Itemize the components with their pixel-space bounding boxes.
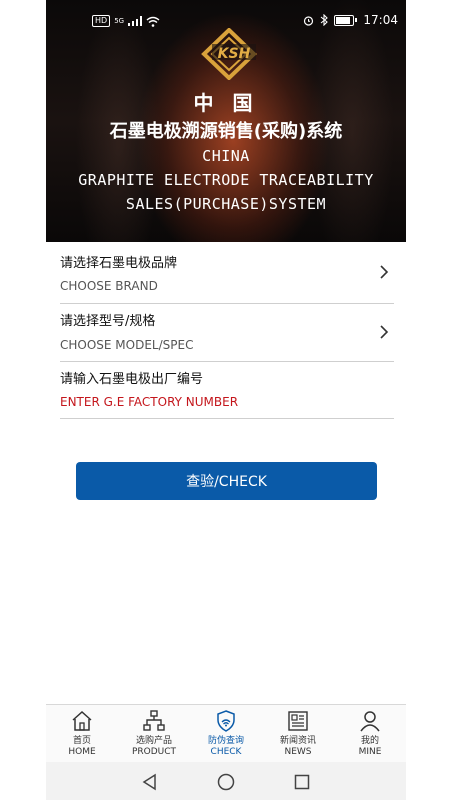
ksh-logo: KSH	[201, 28, 257, 80]
wifi-icon	[146, 16, 160, 27]
tab-check[interactable]: 防伪查询 CHECK	[190, 707, 262, 763]
logo-text: KSH	[218, 46, 251, 62]
tab-mine[interactable]: 我的 MINE	[334, 707, 406, 763]
tab-product-cn: 选购产品	[135, 736, 172, 746]
factory-number-label: 请输入石墨电极出厂编号	[60, 372, 204, 387]
header-banner: HD 5G 17:04 KSH 中 国 石墨电极溯源销售(采购)系统 CHINA…	[46, 0, 406, 242]
battery-icon	[334, 14, 355, 26]
header-title-cn-1: 中 国	[193, 91, 259, 115]
battery-tip	[355, 18, 358, 22]
brand-select[interactable]: 请选择石墨电极品牌 CHOOSE BRAND	[60, 242, 394, 304]
tab-product-en: PRODUCT	[131, 747, 177, 757]
tab-news-cn: 新闻资讯	[279, 736, 316, 746]
sitemap-icon	[143, 710, 165, 731]
header-title-en-3: SALES(PURCHASE)SYSTEM	[125, 195, 327, 213]
anti-counterfeit-icon	[217, 710, 235, 732]
tab-check-en: CHECK	[210, 747, 242, 757]
header-title-en-2: GRAPHITE ELECTRODE TRACEABILITY	[78, 171, 374, 189]
bottom-tab-bar: 首页 HOME 选购产品 PRODUCT 防伪查询 CHECK 新闻资讯 NEW…	[46, 704, 406, 763]
app-screen: HD 5G 17:04 KSH 中 国 石墨电极溯源销售(采购)系统 CHINA…	[46, 0, 406, 800]
network-type: 5G	[114, 17, 125, 25]
factory-number-placeholder: ENTER G.E FACTORY NUMBER	[60, 395, 239, 409]
factory-number-input[interactable]: 请输入石墨电极出厂编号 ENTER G.E FACTORY NUMBER	[60, 362, 394, 419]
home-icon	[72, 710, 92, 731]
model-select[interactable]: 请选择型号/规格 CHOOSE MODEL/SPEC	[60, 304, 394, 362]
back-icon[interactable]	[140, 772, 160, 792]
tab-check-cn: 防伪查询	[207, 736, 244, 746]
status-right: 17:04	[303, 13, 398, 27]
tab-home-cn: 首页	[72, 736, 91, 746]
tab-product[interactable]: 选购产品 PRODUCT	[118, 707, 190, 763]
status-left: HD 5G	[92, 15, 160, 27]
signal-icon	[128, 16, 143, 26]
tab-mine-cn: 我的	[360, 736, 379, 746]
user-icon	[360, 711, 380, 732]
brand-placeholder: CHOOSE BRAND	[60, 279, 158, 293]
tab-home[interactable]: 首页 HOME	[46, 707, 118, 763]
header-title-en-1: CHINA	[202, 147, 250, 165]
chevron-right-icon	[380, 265, 389, 279]
hd-badge: HD	[92, 15, 111, 27]
chevron-right-icon	[380, 325, 389, 339]
tab-news-en: NEWS	[284, 747, 312, 757]
bluetooth-icon	[321, 14, 329, 26]
tab-news[interactable]: 新闻资讯 NEWS	[262, 707, 334, 763]
header-title-cn-2: 石墨电极溯源销售(采购)系统	[109, 121, 343, 142]
brand-label: 请选择石墨电极品牌	[60, 256, 178, 271]
model-placeholder: CHOOSE MODEL/SPEC	[60, 338, 194, 352]
status-time: 17:04	[363, 13, 398, 27]
tab-home-en: HOME	[68, 747, 96, 757]
recents-icon[interactable]	[292, 772, 312, 792]
model-label: 请选择型号/规格	[60, 314, 156, 329]
system-nav-bar	[46, 762, 406, 800]
home-circle-icon[interactable]	[216, 772, 236, 792]
alarm-icon	[304, 15, 314, 26]
tab-mine-en: MINE	[358, 747, 382, 757]
newspaper-icon	[288, 711, 308, 731]
check-button[interactable]: 查验/CHECK	[76, 462, 377, 500]
